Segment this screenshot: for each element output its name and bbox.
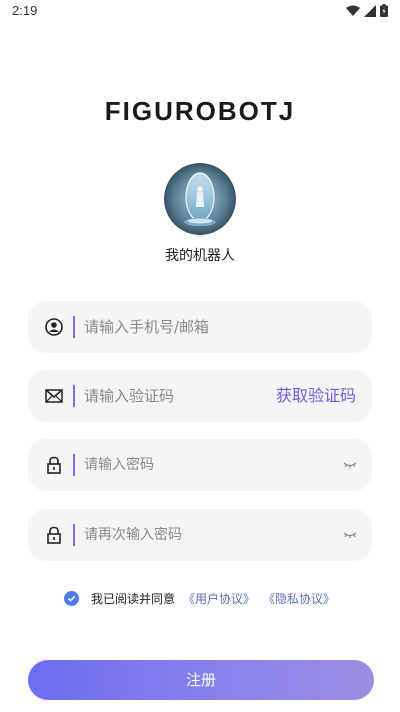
field-divider — [73, 316, 75, 338]
lock-icon — [47, 456, 61, 474]
field-divider — [73, 385, 75, 407]
field-divider — [73, 524, 75, 546]
user-icon — [45, 318, 63, 336]
checkmark-icon — [67, 595, 76, 602]
brand-logo: FIGUROBOTJ — [104, 96, 296, 126]
status-icons — [346, 4, 388, 17]
robot-avatar[interactable] — [164, 163, 236, 235]
mail-icon — [45, 389, 63, 403]
code-input[interactable]: 请输入验证码 — [84, 370, 174, 422]
password-input[interactable]: 请输入密码 — [84, 439, 154, 491]
signal-icon — [364, 4, 376, 17]
agree-checkbox[interactable] — [64, 590, 79, 606]
battery-icon — [380, 4, 388, 17]
get-code-button[interactable]: 获取验证码 — [276, 370, 356, 422]
wifi-icon — [346, 5, 360, 16]
register-button[interactable]: 注册 — [28, 660, 374, 700]
privacy-policy-link[interactable]: 《隐私协议》 — [263, 590, 335, 607]
agreement-row: 我已阅读并同意 《用户协议》 《隐私协议》 — [64, 588, 335, 608]
lock-icon — [47, 526, 61, 544]
account-field[interactable]: 请输入手机号/邮箱 — [28, 301, 372, 353]
status-bar: 2:19 — [0, 0, 400, 24]
robot-name: 我的机器人 — [165, 248, 235, 264]
robot-figure-image — [164, 163, 236, 235]
agreement-text: 我已阅读并同意 — [91, 591, 176, 606]
account-input[interactable]: 请输入手机号/邮箱 — [84, 301, 209, 353]
eye-closed-icon[interactable] — [342, 527, 358, 543]
field-divider — [73, 454, 75, 476]
password-field[interactable]: 请输入密码 — [28, 439, 372, 491]
user-agreement-link[interactable]: 《用户协议》 — [183, 590, 255, 607]
code-field[interactable]: 请输入验证码 获取验证码 — [28, 370, 372, 422]
confirm-password-input[interactable]: 请再次输入密码 — [84, 509, 182, 561]
status-time: 2:19 — [12, 3, 38, 18]
confirm-password-field[interactable]: 请再次输入密码 — [28, 509, 372, 561]
eye-closed-icon[interactable] — [342, 457, 358, 473]
